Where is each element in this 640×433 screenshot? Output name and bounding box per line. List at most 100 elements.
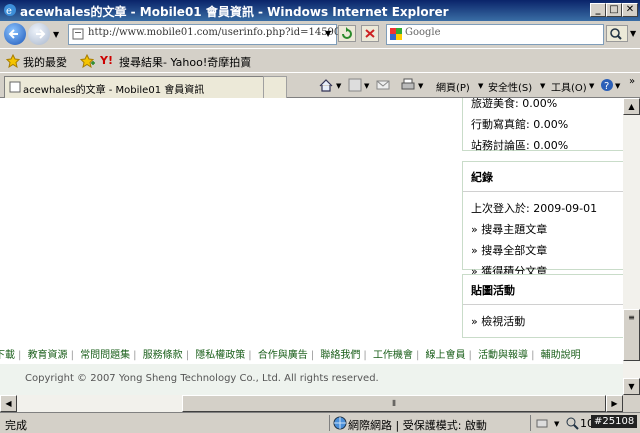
svg-text:?: ? [604,81,609,92]
vertical-scroll-thumb[interactable]: ≡ [623,309,640,361]
page-dropdown-icon[interactable]: ▼ [478,82,483,90]
google-icon [390,28,402,40]
forward-arrow-icon [36,29,46,39]
back-button[interactable] [4,23,26,45]
tools-dropdown-icon[interactable]: ▼ [589,82,594,90]
search-placeholder: Google [405,27,441,38]
page-content: 旅遊美食: 0.00% 行動寫真館: 0.00% 站務討論區: 0.00% 紀錄… [0,98,623,395]
footer-link[interactable]: 輔助說明 [541,350,581,361]
footer-link[interactable]: 聯絡我們 [320,350,360,361]
print-dropdown-icon[interactable]: ▼ [418,82,423,90]
new-tab-button[interactable] [263,76,287,98]
horizontal-scroll-thumb[interactable]: ⦀ [182,395,606,412]
home-icon[interactable] [318,78,334,93]
vertical-scrollbar[interactable]: ▲ ≡ ▼ [623,98,640,395]
stop-button[interactable] [361,25,379,42]
security-zone: 網際網路 | 受保護模式: 啟動 [348,419,487,432]
favorite-link-yahoo[interactable]: 搜尋結果- Yahoo!奇摩拍賣 [119,54,251,70]
mail-icon[interactable] [376,79,390,91]
link-search-all-posts[interactable]: » 搜尋全部文章 [471,242,623,258]
footer-link[interactable]: 線上會員 [426,350,466,361]
scroll-down-icon[interactable]: ▼ [623,378,640,395]
help-dropdown-icon[interactable]: ▼ [615,82,620,90]
history-dropdown-icon[interactable]: ▼ [53,30,59,39]
footer-link[interactable]: 下載 [0,350,15,361]
ie-logo-icon: e [4,4,16,17]
search-button[interactable] [606,25,628,42]
footer-link[interactable]: 服務條款 [143,350,183,361]
chevron-more-icon[interactable]: » [629,76,635,87]
horizontal-scrollbar[interactable]: ◀ ⦀ ▶ [0,395,623,412]
favorites-star-icon [6,54,20,68]
activity-panel: 貼圖活動 » 檢視活動 [462,274,623,338]
feeds-dropdown-icon[interactable]: ▼ [364,82,369,90]
stat-line: 旅遊美食: 0.00% [471,98,558,110]
safety-dropdown-icon[interactable]: ▼ [540,82,545,90]
last-login: 上次登入於: 2009-09-01 [471,202,598,215]
link-view-activity[interactable]: » 檢視活動 [471,313,623,329]
watermark-badge: #25108 [591,415,638,428]
zone-settings-icon[interactable] [535,416,551,430]
maximize-button[interactable]: □ [606,3,622,17]
tab-page-icon [9,81,21,93]
back-arrow-icon [8,29,18,39]
forward-button[interactable] [28,23,50,45]
page-icon [72,28,84,40]
zoom-magnifier-icon[interactable] [565,416,579,430]
yahoo-icon: Y! [100,54,113,67]
footer-link[interactable]: 隱私權政策 [195,350,245,361]
address-bar[interactable]: http://www.mobile01.com/userinfo.php?id=… [68,24,353,45]
stop-icon [365,29,375,38]
divider [463,304,623,305]
stats-panel: 旅遊美食: 0.00% 行動寫真館: 0.00% 站務討論區: 0.00% [462,98,623,152]
minimize-button[interactable]: _ [590,3,606,17]
favorites-button[interactable]: 我的最愛 [23,54,67,70]
page-menu[interactable]: 網頁(P) [436,79,470,94]
copyright-text: Copyright © 2007 Yong Sheng Technology C… [25,373,379,384]
record-heading: 紀錄 [471,171,493,184]
footer-link[interactable]: 常問問題集 [80,350,130,361]
scroll-right-icon[interactable]: ▶ [606,395,623,412]
add-favorite-icon[interactable] [80,54,96,68]
footer-link[interactable]: 活動與報導 [478,350,528,361]
footer-links: 下載| 教育資源| 常問問題集| 服務條款| 隱私權政策| 合作與廣告| 聯絡我… [0,346,581,361]
footer-link[interactable]: 教育資源 [28,350,68,361]
tools-menu[interactable]: 工具(O) [551,79,587,94]
svg-text:e: e [6,6,12,17]
address-dropdown-icon[interactable]: ▼ [325,29,331,38]
address-text: http://www.mobile01.com/userinfo.php?id=… [88,27,354,38]
link-search-topics[interactable]: » 搜尋主題文章 [471,221,623,237]
refresh-icon [342,27,352,39]
record-panel: 紀錄 上次登入於: 2009-09-01 » 搜尋主題文章 » 搜尋全部文章 »… [462,161,623,278]
zone-dropdown-icon[interactable]: ▼ [554,420,559,428]
print-icon[interactable] [400,78,416,92]
help-icon[interactable]: ? [600,78,614,92]
refresh-button[interactable] [338,25,356,42]
title-bar: e acewhales的文章 - Mobile01 會員資訊 - Windows… [0,0,640,21]
search-box[interactable]: Google [386,24,604,45]
scroll-up-icon[interactable]: ▲ [623,98,640,115]
tab-title: acewhales的文章 - Mobile01 會員資訊 [23,85,205,96]
copyright-bar: Copyright © 2007 Yong Sheng Technology C… [0,364,623,395]
status-bar: 完成 網際網路 | 受保護模式: 啟動 ▼ 100% #25108 [0,412,640,433]
scroll-corner [623,395,640,412]
status-text: 完成 [5,419,27,432]
footer-link[interactable]: 合作與廣告 [258,350,308,361]
stat-line: 行動寫真館: 0.00% [471,118,569,131]
safety-menu[interactable]: 安全性(S) [488,79,532,94]
globe-icon [333,416,347,430]
search-dropdown-icon[interactable]: ▼ [630,29,636,38]
scroll-left-icon[interactable]: ◀ [0,395,17,412]
address-toolbar: ▼ http://www.mobile01.com/userinfo.php?i… [0,21,640,48]
favorites-bar: 我的最愛 Y! 搜尋結果- Yahoo!奇摩拍賣 [0,48,640,72]
footer-link[interactable]: 工作機會 [373,350,413,361]
tab-current[interactable]: acewhales的文章 - Mobile01 會員資訊 [4,76,264,98]
feeds-icon[interactable] [348,78,362,92]
tab-bar: acewhales的文章 - Mobile01 會員資訊 ▼ ▼ ▼ 網頁(P)… [0,72,640,98]
close-button[interactable]: ✕ [622,3,638,17]
home-dropdown-icon[interactable]: ▼ [336,82,341,90]
activity-heading: 貼圖活動 [471,284,515,297]
stat-line: 站務討論區: 0.00% [471,139,569,152]
window-title: acewhales的文章 - Mobile01 會員資訊 - Windows I… [20,5,449,19]
divider [463,191,623,192]
